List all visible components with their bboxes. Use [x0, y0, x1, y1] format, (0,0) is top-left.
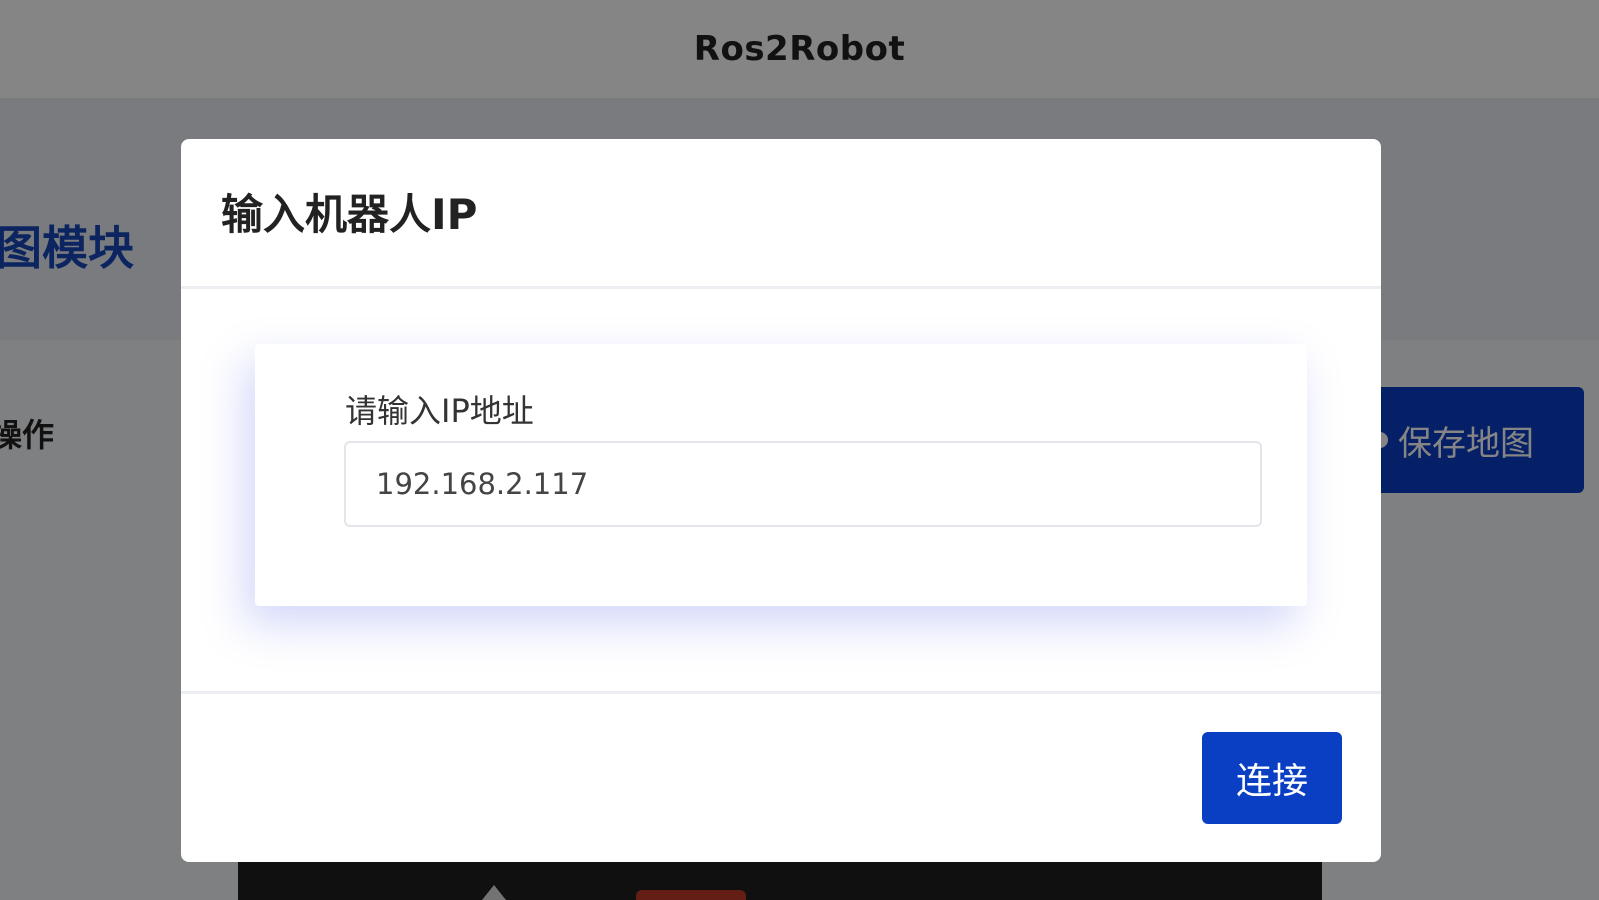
ip-dialog: 输入机器人IP 请输入IP地址 连接 — [181, 139, 1381, 862]
ip-address-input[interactable] — [344, 441, 1262, 527]
ip-address-label: 请输入IP地址 — [345, 392, 534, 430]
dialog-footer-divider — [181, 691, 1381, 694]
ip-form-card: 请输入IP地址 — [255, 344, 1307, 606]
app-root: Ros2Robot 图模块 操作 保存地图 输入机器人IP 请输入IP地址 连接 — [0, 0, 1599, 900]
connect-button[interactable]: 连接 — [1202, 732, 1342, 824]
dialog-title: 输入机器人IP — [221, 190, 478, 239]
dialog-header: 输入机器人IP — [181, 139, 1381, 289]
